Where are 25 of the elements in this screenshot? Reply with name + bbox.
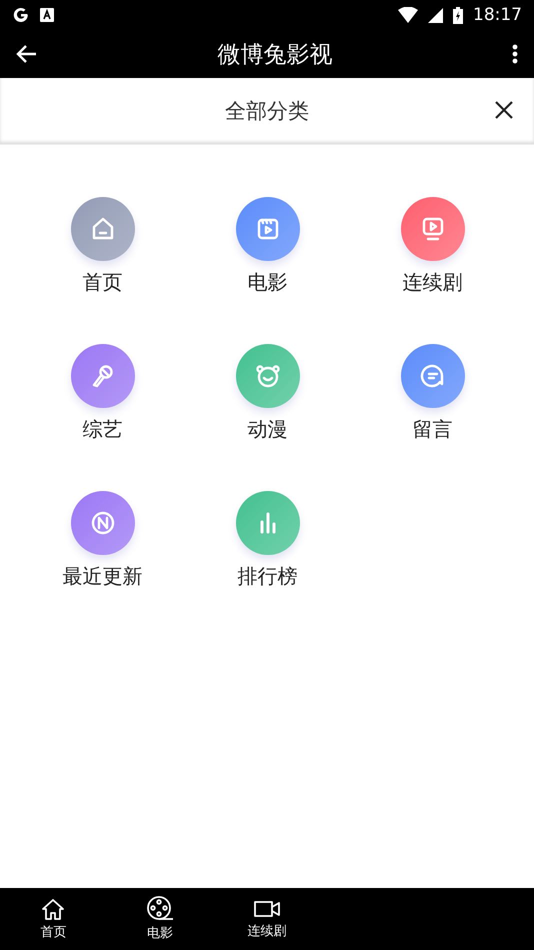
app-title: 微博兔影视 <box>218 40 332 70</box>
category-label: 综艺 <box>82 416 122 443</box>
nav-tab[interactable]: 连续剧 <box>214 888 320 950</box>
category-label: 动漫 <box>248 416 288 443</box>
category-label: 排行榜 <box>238 563 298 590</box>
close-icon <box>494 100 514 120</box>
back-arrow-icon <box>16 43 38 65</box>
google-g-icon <box>12 6 30 24</box>
signal-icon <box>428 8 443 22</box>
battery-icon <box>453 6 463 24</box>
category-label: 留言 <box>412 416 452 443</box>
category-label: 连续剧 <box>402 269 462 296</box>
video-camera-icon <box>252 898 281 920</box>
category-label: 最近更新 <box>62 563 142 590</box>
film-reel-icon <box>146 896 174 922</box>
nav-tab[interactable]: 电影 <box>106 888 214 950</box>
house-icon <box>40 897 66 921</box>
category-label: 电影 <box>248 269 288 296</box>
nav-tab[interactable]: 首页 <box>0 888 107 950</box>
notification-icon <box>40 8 54 22</box>
panel-title: 全部分类 <box>225 98 309 125</box>
more-icon <box>512 44 518 64</box>
wifi-icon <box>398 7 418 23</box>
category-label: 首页 <box>82 269 122 296</box>
status-time: 18:17 <box>473 5 522 25</box>
